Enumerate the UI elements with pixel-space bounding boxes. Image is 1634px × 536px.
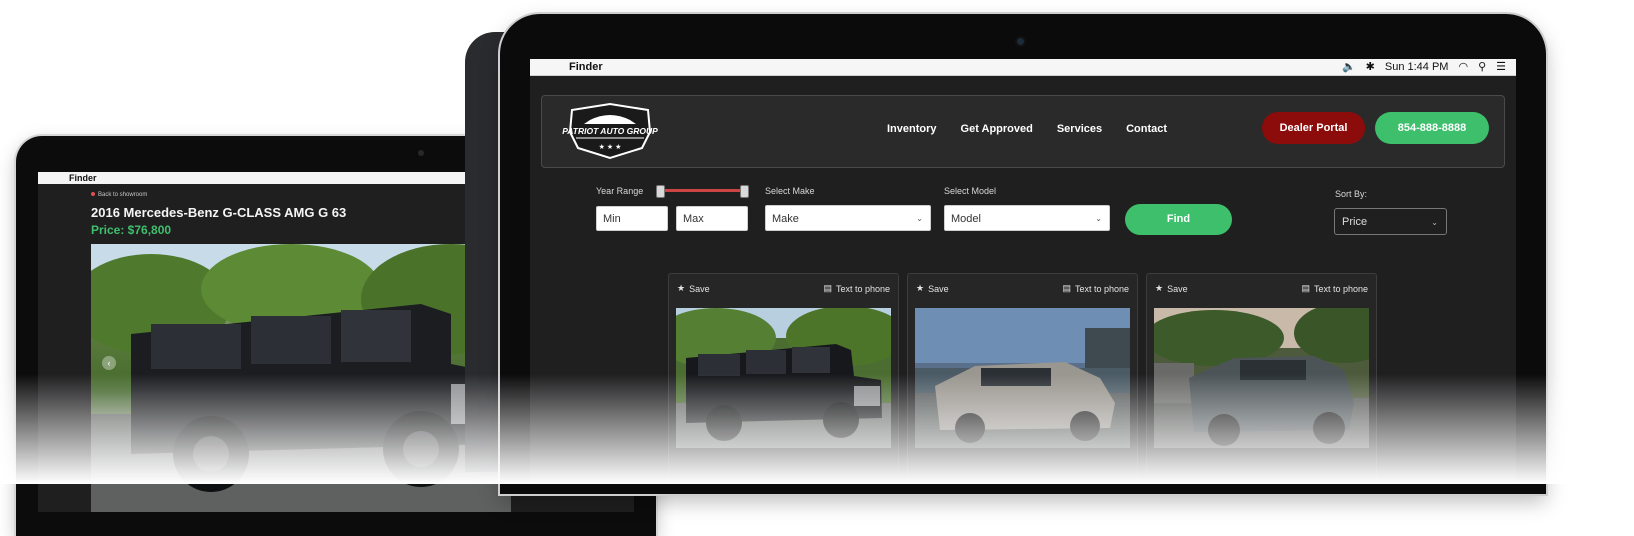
save-button[interactable]: ★ Save (916, 283, 949, 294)
model-select[interactable]: Model ⌄ (944, 205, 1110, 231)
year-range-label: Year Range (596, 186, 644, 196)
prev-photo-button[interactable]: ‹ (102, 356, 116, 370)
site-logo[interactable]: PATRIOT AUTO GROUP ★ ★ ★ (560, 102, 660, 160)
text-to-phone-button[interactable]: ▤ Text to phone (1062, 283, 1129, 294)
phone-button[interactable]: 854-888-8888 (1375, 112, 1489, 144)
year-min-handle[interactable] (656, 185, 665, 198)
nav-services[interactable]: Services (1057, 123, 1102, 135)
nav-inventory[interactable]: Inventory (887, 123, 937, 135)
vehicle-price: Price: $76,800 (91, 223, 172, 237)
camera (418, 150, 424, 156)
sort-select[interactable]: Price ⌄ (1334, 208, 1447, 235)
search-icon[interactable]: ⚲ (1478, 60, 1486, 73)
app-name: Finder (69, 173, 97, 183)
sort-select-value: Price (1342, 216, 1368, 228)
save-button[interactable]: ★ Save (1155, 283, 1188, 294)
menubar: Finder 🔈 ✱ Sun 1:44 PM ◠ ⚲ ☰ (530, 59, 1516, 76)
year-min-input[interactable]: Min (596, 206, 668, 231)
breadcrumb[interactable]: Back to showroom (91, 192, 147, 198)
make-label: Select Make (765, 186, 815, 196)
camera (1017, 38, 1024, 45)
chevron-left-icon: ‹ (107, 358, 111, 368)
find-button[interactable]: Find (1125, 204, 1232, 235)
star-icon: ★ (677, 283, 686, 293)
svg-text:PATRIOT AUTO GROUP: PATRIOT AUTO GROUP (562, 126, 658, 136)
model-label: Select Model (944, 186, 997, 196)
year-range-slider[interactable] (660, 189, 744, 192)
list-icon[interactable]: ☰ (1496, 60, 1506, 73)
make-select[interactable]: Make ⌄ (765, 205, 931, 231)
save-label: Save (1167, 283, 1188, 294)
year-max-handle[interactable] (740, 185, 749, 198)
save-label: Save (689, 283, 710, 294)
star-icon: ★ (1155, 283, 1164, 293)
svg-text:★ ★ ★: ★ ★ ★ (599, 143, 622, 151)
text-to-phone-button[interactable]: ▤ Text to phone (823, 283, 890, 294)
back-icon (91, 192, 95, 197)
text-to-phone-label: Text to phone (835, 283, 890, 294)
model-select-value: Model (951, 213, 981, 225)
vehicle-title: 2016 Mercedes-Benz G-CLASS AMG G 63 (91, 205, 347, 220)
star-icon: ★ (916, 283, 925, 293)
message-icon: ▤ (1062, 283, 1071, 293)
message-icon: ▤ (1301, 283, 1310, 293)
text-to-phone-button[interactable]: ▤ Text to phone (1301, 283, 1368, 294)
bluetooth-icon[interactable]: ✱ (1366, 60, 1375, 73)
chevron-down-icon: ⌄ (1095, 214, 1102, 223)
breadcrumb-label: Back to showroom (98, 192, 148, 198)
year-max-input[interactable]: Max (676, 206, 748, 231)
save-button[interactable]: ★ Save (677, 283, 710, 294)
dealer-portal-button[interactable]: Dealer Portal (1262, 112, 1365, 144)
save-label: Save (928, 283, 949, 294)
nav-contact[interactable]: Contact (1126, 123, 1167, 135)
menubar-status: 🔈 ✱ Sun 1:44 PM ◠ ⚲ ☰ (1342, 60, 1506, 74)
sort-label: Sort By: (1335, 189, 1368, 199)
make-select-value: Make (772, 213, 799, 225)
clock[interactable]: Sun 1:44 PM (1385, 61, 1449, 73)
text-to-phone-label: Text to phone (1074, 283, 1129, 294)
site-navbar: PATRIOT AUTO GROUP ★ ★ ★ Inventory Get A… (541, 95, 1505, 168)
text-to-phone-label: Text to phone (1313, 283, 1368, 294)
app-name: Finder (569, 61, 603, 73)
message-icon: ▤ (823, 283, 832, 293)
nav-links: Inventory Get Approved Services Contact (887, 123, 1167, 135)
wifi-icon[interactable]: ◠ (1458, 60, 1468, 73)
volume-icon[interactable]: 🔈 (1342, 60, 1356, 73)
chevron-down-icon: ⌄ (916, 214, 923, 223)
shield-logo-icon: PATRIOT AUTO GROUP ★ ★ ★ (562, 102, 658, 160)
bottom-fade (0, 374, 1634, 484)
chevron-down-icon: ⌄ (1431, 218, 1438, 227)
nav-get-approved[interactable]: Get Approved (961, 123, 1033, 135)
